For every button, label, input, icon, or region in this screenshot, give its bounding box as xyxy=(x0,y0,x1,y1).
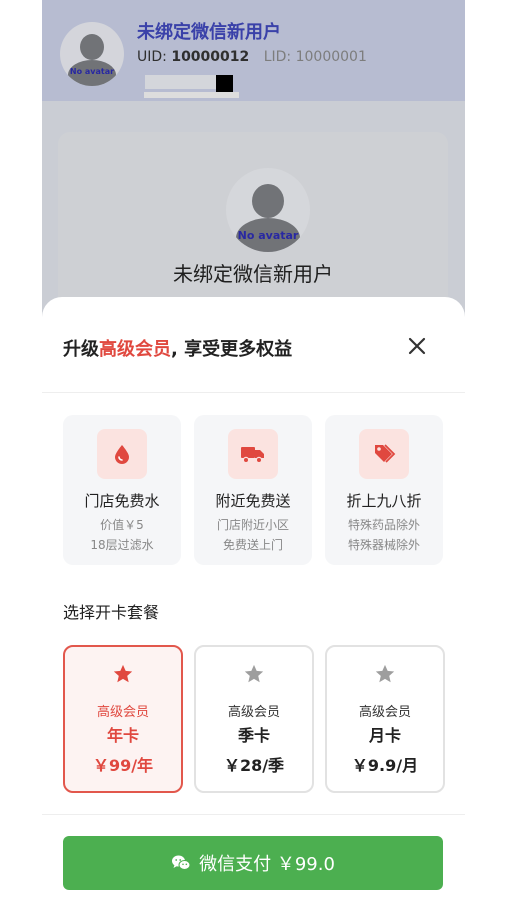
divider xyxy=(42,814,465,815)
benefit-card-water: 门店免费水 价值￥5 18层过滤水 xyxy=(63,415,181,565)
benefit-title: 门店免费水 xyxy=(84,492,160,510)
plan-option-quarterly[interactable]: 高级会员 季卡 ￥28/季 xyxy=(194,645,314,793)
water-drop-icon xyxy=(115,445,129,464)
pay-button-label: 微信支付 ￥99.0 xyxy=(199,854,335,875)
plan-tier: 高级会员 xyxy=(227,705,280,720)
star-icon xyxy=(244,664,264,683)
benefit-title: 折上九八折 xyxy=(346,492,422,510)
plan-price: ￥99/年 xyxy=(92,756,154,775)
close-button[interactable] xyxy=(398,331,436,361)
plans-label: 选择开卡套餐 xyxy=(63,603,160,622)
benefit-desc: 特殊器械除外 xyxy=(347,538,420,552)
plan-price: ￥9.9/月 xyxy=(351,756,419,775)
plan-tier: 高级会员 xyxy=(96,705,149,720)
star-icon xyxy=(375,664,395,683)
title-accent: 高级会员 xyxy=(99,339,171,360)
wechat-icon xyxy=(172,855,191,870)
plan-option-monthly[interactable]: 高级会员 月卡 ￥9.9/月 xyxy=(325,645,445,793)
plan-tier: 高级会员 xyxy=(358,705,411,720)
benefit-desc: 免费送上门 xyxy=(222,538,283,552)
benefit-desc: 价值￥5 xyxy=(100,518,144,532)
discount-tag-icon xyxy=(375,444,396,463)
delivery-truck-icon xyxy=(241,447,264,464)
plan-period: 年卡 xyxy=(106,726,139,745)
benefit-desc: 18层过滤水 xyxy=(90,538,154,552)
benefit-desc: 特殊药品除外 xyxy=(347,518,420,532)
plan-period: 季卡 xyxy=(237,726,270,745)
close-icon xyxy=(408,337,426,355)
star-icon xyxy=(113,664,133,683)
benefit-desc: 门店附近小区 xyxy=(216,518,289,532)
upgrade-sheet: 升级高级会员, 享受更多权益 门店免费水 价值￥5 18层过滤水 附近免费送 门… xyxy=(42,297,465,900)
phone-screen: No avatar 未绑定微信新用户 UID: 10000012 LID: 10… xyxy=(42,0,465,900)
benefit-card-delivery: 附近免费送 门店附近小区 免费送上门 xyxy=(194,415,312,565)
divider xyxy=(42,392,465,393)
benefit-title: 附近免费送 xyxy=(215,492,291,510)
benefit-card-discount: 折上九八折 特殊药品除外 特殊器械除外 xyxy=(325,415,443,565)
sheet-title: 升级高级会员, 享受更多权益 xyxy=(63,339,293,360)
wechat-pay-button[interactable]: 微信支付 ￥99.0 xyxy=(63,836,443,890)
plan-price: ￥28/季 xyxy=(223,756,285,775)
plan-option-yearly[interactable]: 高级会员 年卡 ￥99/年 xyxy=(63,645,183,793)
plan-period: 月卡 xyxy=(368,726,401,745)
